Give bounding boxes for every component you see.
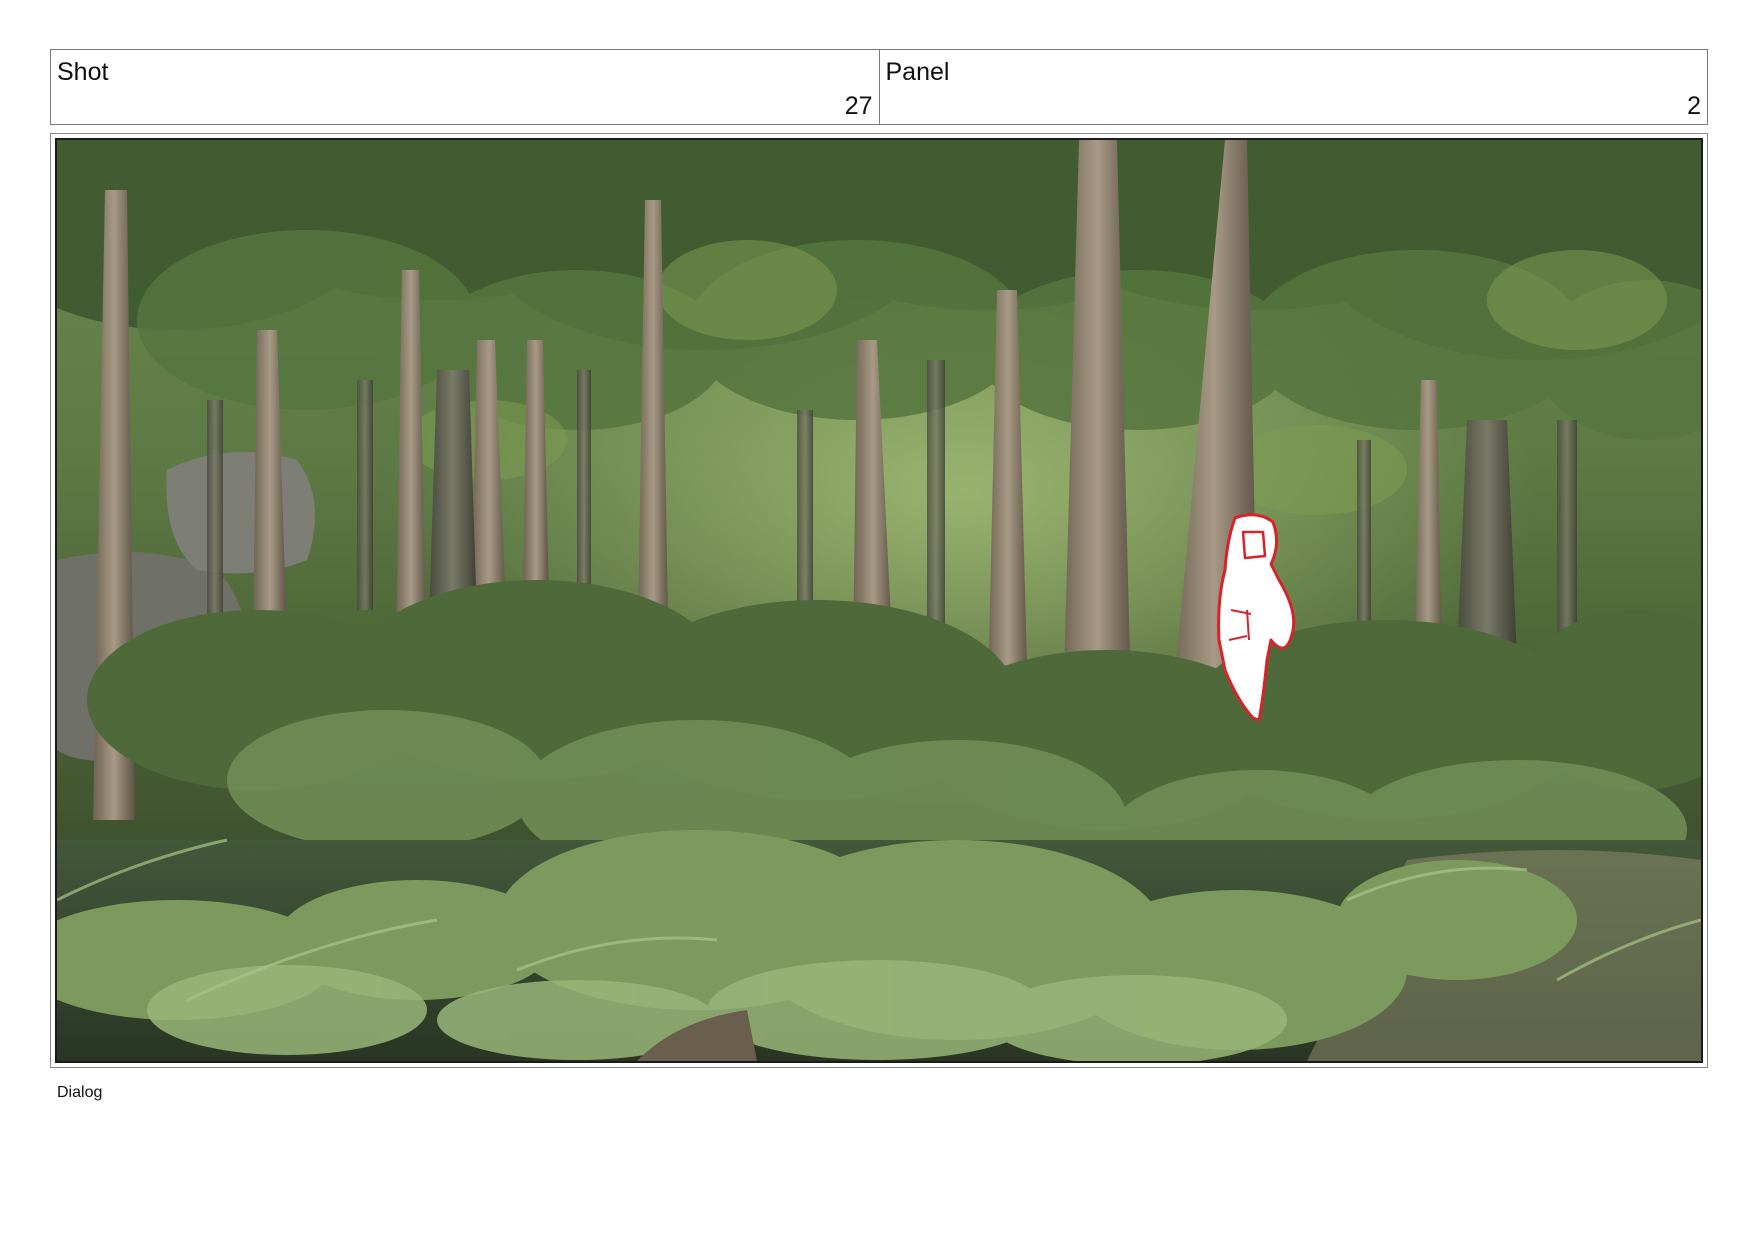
panel-image [55,138,1703,1063]
panel-cell: Panel 2 [878,50,1708,124]
storyboard-frame [50,133,1708,1068]
panel-label: Panel [885,58,950,86]
shot-number: 27 [844,92,873,120]
dialog-label: Dialog [57,1084,103,1101]
forest-scene-image [57,140,1701,1061]
shot-label: Shot [57,58,109,86]
shot-cell: Shot 27 [51,50,879,124]
panel-number: 2 [1687,92,1701,120]
shot-panel-header: Shot 27 Panel 2 [50,49,1708,125]
